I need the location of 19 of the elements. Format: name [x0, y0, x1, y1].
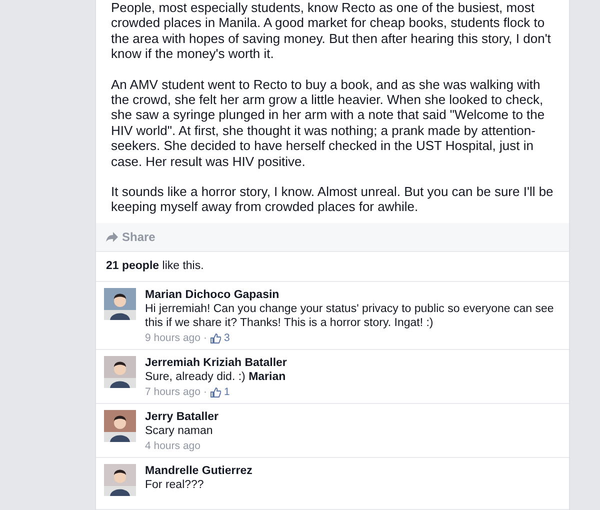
separator-dot: ·	[203, 331, 207, 345]
post-paragraph: People, most especially students, know Recto as one of the busiest, most crowded places in Manila. A good market for cheap books, students flock to the area with hopes of saving money. But then after hearing this story, I don't know if the money's worth it.	[111, 0, 552, 62]
comment-time: 4 hours ago	[145, 439, 200, 453]
comment-author[interactable]: Mandrelle Gutierrez	[145, 464, 252, 478]
likes-summary: 21 people like this.	[96, 252, 569, 282]
comment-text: Hi jerremiah! Can you change your status' privacy to public so everyone can see this if we share it? Thanks! This is a horror story. Ingat! :)	[145, 302, 555, 330]
comment-text: For real???	[145, 478, 205, 492]
post-paragraph: An AMV student went to Recto to buy a book, and as she was walking with the crowd, she felt her arm grow a little heavier. When she looked to check, she saw a syringe plunged in her arm with a note that said "Welcome to the HIV world". At first, she thought it was nothing; a prank made by attention-seekers. She decided to have herself checked in the UST Hospital, just in case. Her result was HIV positive.	[111, 76, 546, 170]
comment-author[interactable]: Jerremiah Kriziah Bataller	[145, 356, 287, 370]
separator-dot: ·	[203, 385, 207, 399]
like-count: 1	[224, 385, 230, 399]
post-paragraph: It sounds like a horror story, I know. Almost unreal. But you can be sure I'll be keeping myself away from crowded places for awhile.	[111, 184, 554, 215]
comment-text: Scary naman	[145, 424, 214, 438]
comment-time: 9 hours ago	[145, 331, 200, 345]
like-count: 3	[224, 331, 230, 345]
comment-author[interactable]: Marian Dichoco Gapasin	[145, 288, 565, 302]
comment-author[interactable]: Jerry Bataller	[145, 410, 219, 424]
comment-time: 7 hours ago	[145, 385, 200, 399]
comment-text: Sure, already did. :) Marian	[145, 370, 287, 384]
